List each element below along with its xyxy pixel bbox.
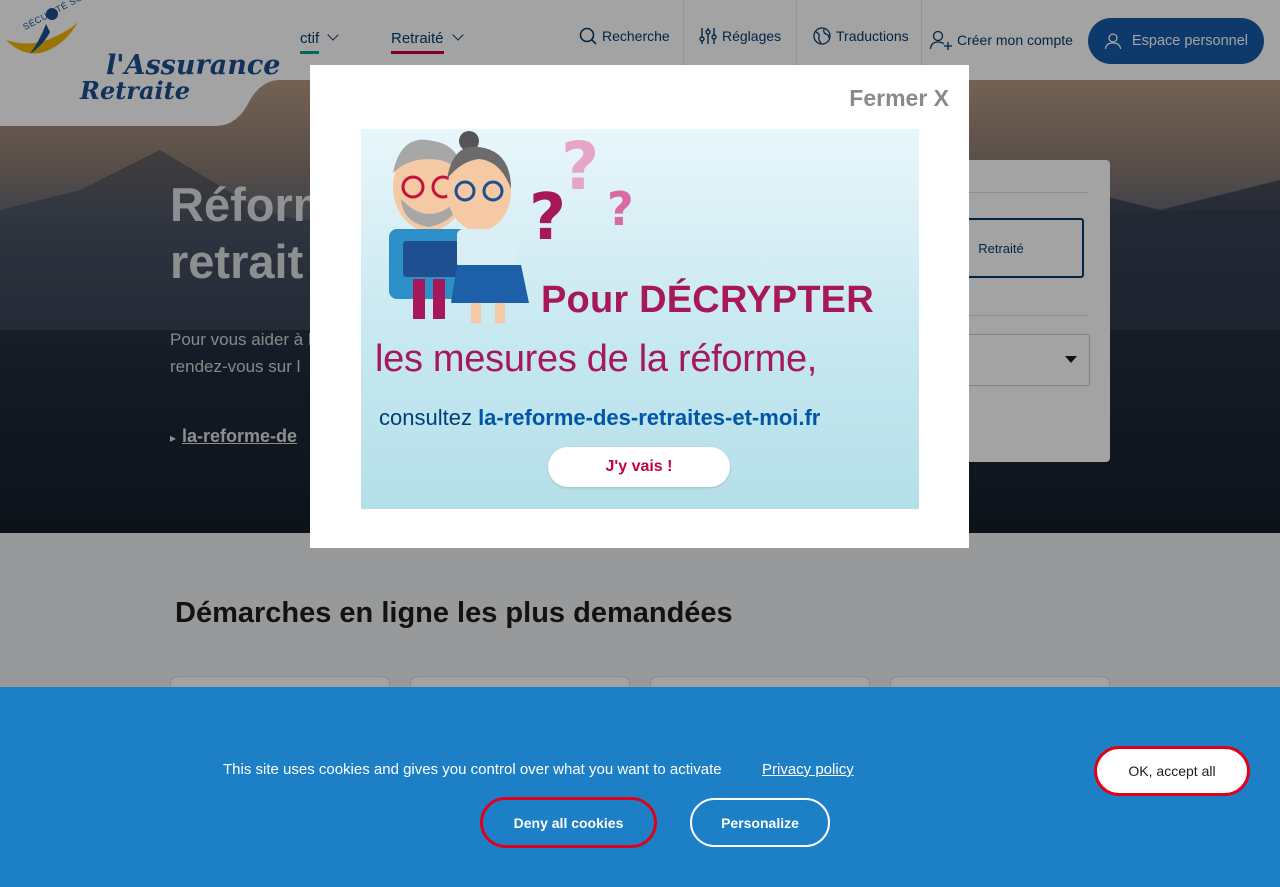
cookie-banner: This site uses cookies and gives you con… <box>0 687 1280 887</box>
personalize-cookies-button[interactable]: Personalize <box>690 798 830 847</box>
svg-text:?: ? <box>561 129 599 205</box>
cookie-text: This site uses cookies and gives you con… <box>223 761 722 778</box>
promo-url-line: consultez la-reforme-des-retraites-et-mo… <box>379 405 820 431</box>
promo-go-button[interactable]: J'y vais ! <box>548 447 730 487</box>
promo-subheadline: les mesures de la réforme, <box>375 338 818 380</box>
promo-url: la-reforme-des-retraites-et-moi.fr <box>478 405 821 430</box>
promo-headline: Pour DÉCRYPTER <box>541 279 874 321</box>
svg-text:?: ? <box>607 182 634 236</box>
promo-banner[interactable]: ? ? ? Pour DÉCRYPTER les mesures de la r… <box>361 129 919 509</box>
accept-all-cookies-button[interactable]: OK, accept all <box>1094 746 1250 796</box>
deny-all-cookies-button[interactable]: Deny all cookies <box>480 797 657 848</box>
close-modal-button[interactable]: Fermer X <box>849 85 949 112</box>
promo-modal: Fermer X ? ? ? Pour DÉCRYPTER les mesure… <box>310 65 969 548</box>
promo-url-prefix: consultez <box>379 405 479 430</box>
privacy-policy-link[interactable]: Privacy policy <box>762 761 854 778</box>
